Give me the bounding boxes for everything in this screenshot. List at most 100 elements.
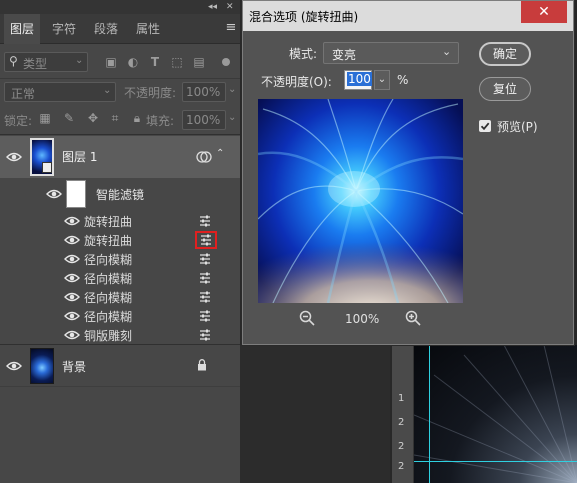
- filter-name: 径向模糊: [84, 253, 133, 267]
- tab-layers[interactable]: 图层: [4, 14, 41, 44]
- collapse-panel-icon[interactable]: ◂◂: [208, 2, 217, 12]
- layer-opacity-value: 100%: [186, 85, 221, 99]
- ok-button[interactable]: 确定: [479, 42, 531, 66]
- filter-item[interactable]: 铜版雕刻: [0, 326, 240, 345]
- smartobject-filter-icon[interactable]: ▤: [192, 55, 206, 69]
- mode-value: 变亮: [332, 48, 357, 62]
- chevron-down-icon: ⌄: [442, 45, 452, 58]
- guide-vertical[interactable]: [429, 345, 430, 483]
- blending-options-dialog: 混合选项 (旋转扭曲) ✕ 模式: 变亮 ⌄ 不透明度(O): 100 ⌄ % …: [242, 0, 574, 345]
- mode-label: 模式:: [289, 47, 318, 61]
- chevron-down-icon: ⌄: [75, 55, 84, 66]
- visibility-eye-icon[interactable]: [64, 310, 80, 322]
- zoom-out-icon[interactable]: [299, 310, 315, 326]
- layer1-thumbnail: [30, 138, 54, 176]
- close-panel-icon[interactable]: ✕: [226, 2, 234, 12]
- filter-name: 旋转扭曲: [84, 234, 133, 248]
- layer-row-layer1[interactable]: 图层 1 ⌃: [0, 136, 240, 178]
- filter-item[interactable]: 径向模糊: [0, 307, 240, 326]
- filter-kind-select[interactable]: ⚲ 类型 ⌄: [4, 52, 88, 72]
- chevron-down-icon[interactable]: ⌄: [228, 84, 236, 95]
- visibility-eye-icon[interactable]: [6, 151, 22, 163]
- opacity-value: 100: [347, 72, 372, 86]
- smart-filter-label[interactable]: 智能滤镜: [96, 186, 144, 203]
- chevron-down-icon: ⌄: [103, 85, 112, 96]
- filter-options-icon[interactable]: [199, 272, 211, 284]
- layer-opacity-input[interactable]: 100%: [182, 82, 226, 102]
- visibility-eye-icon[interactable]: [6, 360, 22, 372]
- close-button[interactable]: ✕: [521, 1, 567, 23]
- lock-icon: [198, 359, 206, 371]
- preview-image[interactable]: [258, 99, 463, 303]
- lock-artboard-icon[interactable]: ⌗: [108, 111, 122, 125]
- filter-options-icon[interactable]: [200, 234, 212, 246]
- divider: [0, 134, 240, 135]
- tab-character[interactable]: 字符: [46, 14, 82, 44]
- tab-paragraph[interactable]: 段落: [88, 14, 124, 44]
- background-layer-name[interactable]: 背景: [62, 358, 86, 375]
- shape-filter-icon[interactable]: ⬚: [170, 55, 184, 69]
- filter-options-icon[interactable]: [199, 310, 211, 322]
- guide-horizontal[interactable]: [414, 461, 577, 462]
- filter-options-icon[interactable]: [199, 291, 211, 303]
- panel-tabbar: 图层 字符 段落 属性: [0, 14, 240, 44]
- smart-filters-row[interactable]: 智能滤镜: [0, 178, 240, 210]
- opacity-label: 不透明度:: [124, 86, 177, 100]
- visibility-eye-icon[interactable]: [64, 234, 80, 246]
- filter-item[interactable]: 旋转扭曲: [0, 231, 240, 250]
- filter-options-icon[interactable]: [199, 329, 211, 341]
- chevron-down-icon[interactable]: ⌄: [228, 112, 236, 123]
- blend-mode-select[interactable]: 正常 ⌄: [4, 82, 116, 102]
- filter-item[interactable]: 径向模糊: [0, 288, 240, 307]
- search-icon: ⚲: [9, 54, 18, 68]
- filter-name: 径向模糊: [84, 272, 133, 286]
- workspace-bg: [240, 345, 390, 483]
- type-filter-icon[interactable]: T: [148, 55, 162, 69]
- ruler-label: 2: [398, 441, 405, 452]
- filter-item[interactable]: 径向模糊: [0, 269, 240, 288]
- mode-select[interactable]: 变亮 ⌄: [323, 42, 459, 64]
- opacity-input[interactable]: 100: [344, 70, 372, 90]
- layer1-name[interactable]: 图层 1: [62, 148, 97, 165]
- visibility-eye-icon[interactable]: [64, 215, 80, 227]
- filter-options-icon[interactable]: [199, 215, 211, 227]
- visibility-eye-icon[interactable]: [64, 291, 80, 303]
- reset-button[interactable]: 复位: [479, 77, 531, 101]
- checkmark-icon: [480, 122, 490, 131]
- vertical-ruler: 1 2 2 2: [392, 345, 414, 483]
- collapse-filters-icon[interactable]: ⌃: [216, 148, 224, 159]
- fill-value: 100%: [186, 113, 221, 127]
- filter-item[interactable]: 径向模糊: [0, 250, 240, 269]
- dialog-titlebar[interactable]: 混合选项 (旋转扭曲) ✕: [243, 1, 573, 31]
- lock-label: 锁定:: [4, 114, 33, 128]
- filter-name: 径向模糊: [84, 310, 133, 324]
- lock-position-icon[interactable]: ✥: [86, 111, 100, 125]
- tab-properties[interactable]: 属性: [130, 14, 166, 44]
- adjustment-filter-icon[interactable]: ◐: [126, 55, 140, 69]
- filter-mask-thumbnail[interactable]: [66, 180, 86, 208]
- filter-toggle-icon[interactable]: [222, 58, 230, 66]
- pixel-filter-icon[interactable]: ▣: [104, 55, 118, 69]
- panel-topbar: ◂◂ ✕: [0, 0, 240, 14]
- lock-transparent-icon[interactable]: ▦: [38, 111, 52, 125]
- ruler-label: 2: [398, 417, 405, 428]
- visibility-eye-icon[interactable]: [64, 272, 80, 284]
- preview-checkbox[interactable]: [479, 120, 491, 132]
- document-canvas[interactable]: [414, 345, 577, 483]
- filter-options-icon[interactable]: [199, 253, 211, 265]
- layer-row-background[interactable]: 背景: [0, 346, 240, 386]
- preview-label[interactable]: 预览(P): [497, 118, 538, 135]
- lock-brush-icon[interactable]: ✎: [62, 111, 76, 125]
- divider: [0, 78, 240, 79]
- chevron-down-icon[interactable]: ⌄: [374, 70, 390, 90]
- filter-item[interactable]: 旋转扭曲: [0, 212, 240, 231]
- zoom-in-icon[interactable]: [405, 310, 421, 326]
- visibility-eye-icon[interactable]: [46, 188, 62, 200]
- lock-all-icon[interactable]: 🔒︎: [130, 111, 144, 125]
- opacity-unit: %: [397, 73, 409, 87]
- smart-object-badge-icon: [42, 162, 52, 173]
- panel-menu-icon[interactable]: ≡: [222, 14, 240, 44]
- fill-input[interactable]: 100%: [182, 110, 226, 130]
- visibility-eye-icon[interactable]: [64, 329, 80, 341]
- visibility-eye-icon[interactable]: [64, 253, 80, 265]
